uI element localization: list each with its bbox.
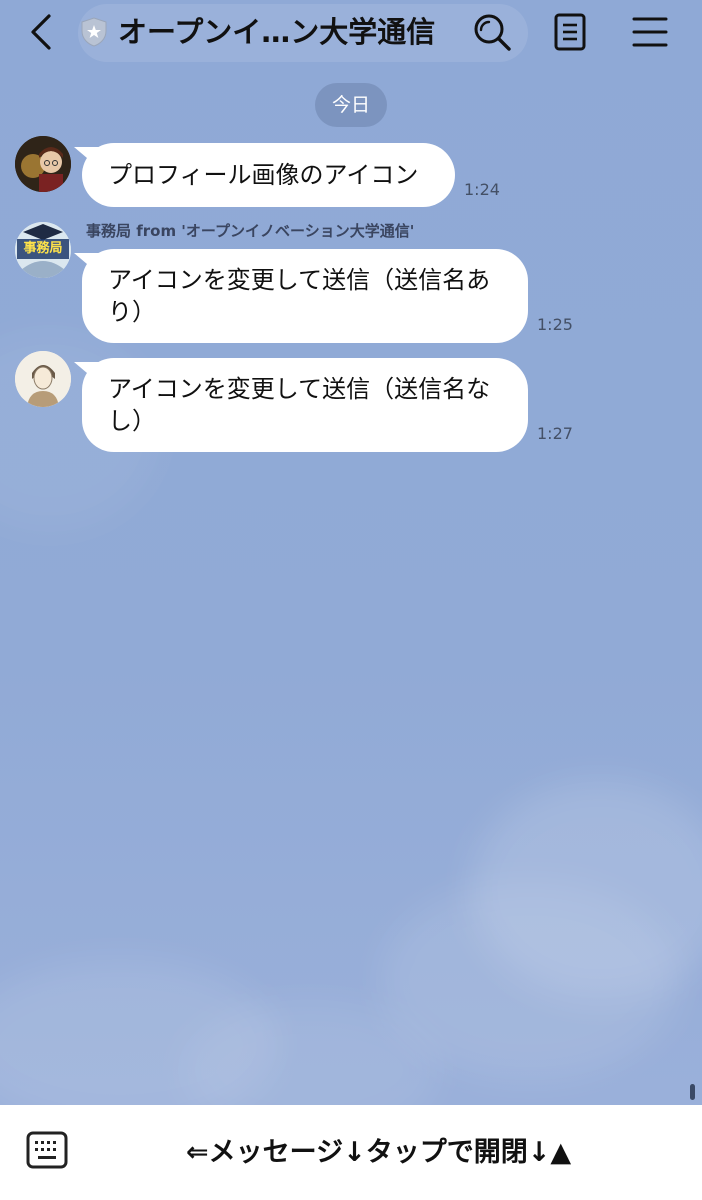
keyboard-button[interactable] <box>26 1131 68 1169</box>
message-time: 1:27 <box>537 424 573 443</box>
chat-title: オープンイ…ン大学通信 <box>118 15 436 49</box>
shield-icon <box>80 16 108 48</box>
rich-menu-toggle[interactable]: ⇐メッセージ↓タップで開閉↓▲ <box>186 1133 606 1173</box>
avatar[interactable]: 事務局 <box>15 222 71 278</box>
search-icon <box>474 14 511 51</box>
message-time: 1:25 <box>537 315 573 334</box>
notes-icon <box>554 13 586 51</box>
menu-button[interactable] <box>628 10 672 54</box>
date-separator: 今日 <box>315 83 387 127</box>
sender-name: 事務局 from 'オープンイノベーション大学通信' <box>86 222 415 240</box>
message-text: アイコンを変更して送信（送信名あり） <box>108 266 491 326</box>
message-bubble[interactable]: プロフィール画像のアイコン <box>82 143 455 207</box>
notes-button[interactable] <box>548 10 592 54</box>
message-text: プロフィール画像のアイコン <box>108 161 419 189</box>
back-icon <box>31 14 51 50</box>
message-time: 1:24 <box>464 180 500 199</box>
menu-icon <box>632 17 668 47</box>
avatar[interactable] <box>15 136 71 192</box>
keyboard-icon <box>26 1131 68 1169</box>
avatar[interactable] <box>15 351 71 407</box>
scrollbar[interactable] <box>690 1084 695 1100</box>
avatar-label: 事務局 <box>23 241 63 256</box>
chat-footer: ⇐メッセージ↓タップで開閉↓▲ <box>0 1105 702 1200</box>
message-text: アイコンを変更して送信（送信名なし） <box>108 375 491 435</box>
back-button[interactable] <box>24 12 60 52</box>
chat-header: オープンイ…ン大学通信 <box>0 0 702 66</box>
message-bubble[interactable]: アイコンを変更して送信（送信名あり） <box>82 249 528 343</box>
search-button[interactable] <box>470 10 514 54</box>
message-bubble[interactable]: アイコンを変更して送信（送信名なし） <box>82 358 528 452</box>
